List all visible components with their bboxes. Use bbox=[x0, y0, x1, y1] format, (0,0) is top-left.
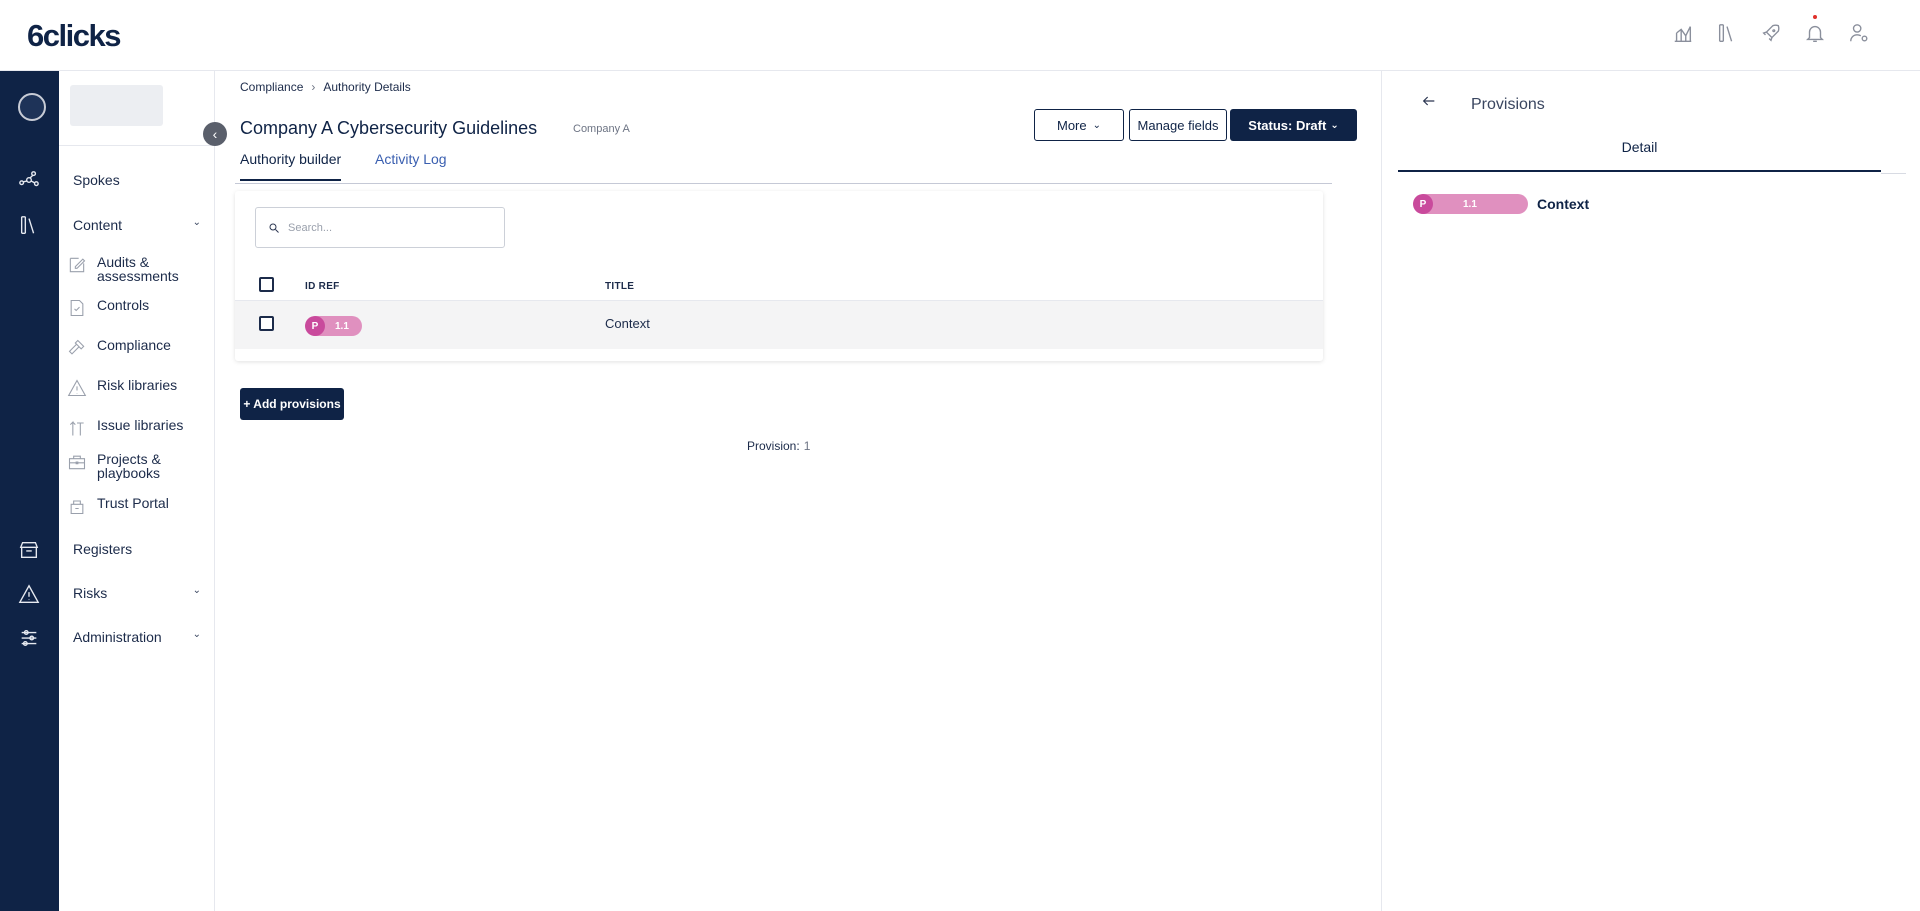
tabs: Authority builder Activity Log bbox=[235, 151, 1332, 184]
divider bbox=[1881, 173, 1906, 174]
nav-item-trust-portal[interactable]: Trust Portal bbox=[67, 496, 187, 516]
page-subtitle: Company A bbox=[573, 123, 630, 135]
back-arrow-icon[interactable] bbox=[1421, 93, 1437, 114]
tab-detail[interactable]: Detail bbox=[1398, 134, 1881, 172]
provision-id-pill: P 1.1 bbox=[1413, 194, 1528, 214]
provision-id: 1.1 bbox=[1463, 198, 1477, 210]
nav-item-label: Trust Portal bbox=[97, 495, 169, 511]
provision-count: Provision: 1 bbox=[747, 439, 810, 453]
main-content: Compliance › Authority Details Company A… bbox=[215, 71, 1381, 911]
nav-item-content[interactable]: Content ⌄ bbox=[73, 217, 201, 233]
row-checkbox[interactable] bbox=[259, 316, 274, 331]
nav-item-label: Administration bbox=[73, 629, 162, 645]
nav-item-registers[interactable]: Registers bbox=[73, 541, 201, 557]
nav-item-label: Risks bbox=[73, 585, 108, 601]
divider bbox=[59, 145, 215, 146]
column-title[interactable]: TITLE bbox=[605, 281, 634, 292]
nav-item-spokes[interactable]: Spokes bbox=[73, 172, 201, 188]
nav-item-controls[interactable]: Controls bbox=[67, 298, 187, 318]
library-icon[interactable] bbox=[17, 213, 41, 237]
collapse-sidebar-button[interactable]: ‹ bbox=[203, 122, 227, 146]
briefcase-icon bbox=[68, 455, 86, 470]
org-logo-placeholder bbox=[70, 85, 163, 126]
nav-item-risk-libraries[interactable]: Risk libraries bbox=[67, 378, 187, 398]
provision-title[interactable]: Context bbox=[605, 316, 650, 331]
nav-item-projects[interactable]: Projects & playbooks bbox=[67, 452, 187, 480]
manage-fields-button[interactable]: Manage fields bbox=[1129, 109, 1227, 141]
nav-item-audits[interactable]: Audits & assessments bbox=[67, 255, 187, 283]
nav-item-label: Issue libraries bbox=[97, 417, 184, 433]
document-check-icon bbox=[70, 299, 84, 317]
gavel-icon bbox=[68, 339, 85, 355]
issue-icon bbox=[69, 420, 84, 436]
search-icon bbox=[269, 223, 279, 233]
provision-id-pill: P 1.1 bbox=[305, 316, 362, 336]
more-button-label: More bbox=[1056, 117, 1087, 133]
column-id-ref[interactable]: ID REF bbox=[305, 281, 340, 292]
table-header: ID REF TITLE bbox=[235, 268, 1323, 301]
provisions-panel: Provisions Detail P 1.1 Context bbox=[1381, 71, 1920, 911]
spokes-icon[interactable] bbox=[17, 168, 41, 192]
avatar[interactable] bbox=[18, 93, 46, 121]
manage-fields-label: Manage fields bbox=[1137, 117, 1219, 133]
risks-icon[interactable] bbox=[17, 582, 41, 606]
provision-count-value: 1 bbox=[803, 439, 811, 453]
nav-item-label: Audits & assessments bbox=[97, 254, 179, 284]
search-box bbox=[255, 207, 505, 248]
nav-item-label: Spokes bbox=[73, 172, 120, 188]
panel-title: Provisions bbox=[1471, 96, 1545, 113]
bell-icon[interactable] bbox=[1804, 15, 1826, 44]
provision-id: 1.1 bbox=[335, 320, 349, 332]
chevron-down-icon: ⌄ bbox=[192, 629, 201, 640]
edit-icon bbox=[69, 257, 86, 273]
chevron-down-icon: ⌄ bbox=[1330, 119, 1339, 131]
nav-item-label: Controls bbox=[97, 297, 150, 313]
chevron-down-icon: ⌄ bbox=[192, 217, 201, 228]
status-button[interactable]: Status: Draft ⌄ bbox=[1230, 109, 1357, 141]
administration-icon[interactable] bbox=[17, 626, 41, 650]
nav-item-label: Registers bbox=[73, 541, 133, 557]
select-all-checkbox[interactable] bbox=[259, 277, 274, 292]
chevron-down-icon: ⌄ bbox=[192, 585, 201, 596]
provision-type-badge: P bbox=[305, 316, 325, 336]
breadcrumb-parent[interactable]: Compliance bbox=[240, 80, 303, 94]
provision-count-label: Provision: bbox=[747, 439, 800, 453]
top-bar: 6clicks bbox=[0, 0, 1920, 71]
provision-title: Context bbox=[1537, 196, 1590, 212]
table-row[interactable]: P 1.1 Context bbox=[235, 301, 1323, 349]
tab-activity-log[interactable]: Activity Log bbox=[375, 151, 447, 179]
provision-type-badge: P bbox=[1413, 194, 1433, 214]
more-button[interactable]: More ⌄ bbox=[1034, 109, 1124, 141]
nav-item-compliance[interactable]: Compliance bbox=[67, 338, 187, 358]
left-rail bbox=[0, 71, 59, 911]
add-provisions-button[interactable]: + Add provisions bbox=[240, 388, 344, 420]
breadcrumb-current: Authority Details bbox=[323, 80, 411, 94]
nav-item-label: Content bbox=[73, 217, 123, 233]
nav-item-label: Projects & playbooks bbox=[97, 451, 161, 481]
nav-item-label: Compliance bbox=[97, 337, 171, 353]
tab-authority-builder[interactable]: Authority builder bbox=[240, 151, 342, 181]
breadcrumb: Compliance › Authority Details bbox=[240, 80, 411, 94]
notification-dot bbox=[1813, 15, 1817, 19]
provisions-table-card: ID REF TITLE P 1.1 Context bbox=[235, 191, 1323, 361]
top-icons bbox=[1672, 15, 1870, 44]
status-label: Status: Draft bbox=[1248, 117, 1327, 133]
nav-item-risks[interactable]: Risks ⌄ bbox=[73, 585, 201, 601]
nav-item-label: Risk libraries bbox=[97, 377, 178, 393]
side-nav: ‹ Spokes Content ⌄ Audits & assessments … bbox=[59, 71, 227, 911]
user-settings-icon[interactable] bbox=[1848, 22, 1870, 44]
trust-portal-icon bbox=[70, 500, 84, 515]
nav-item-issue-libraries[interactable]: Issue libraries bbox=[67, 418, 187, 438]
analytics-icon[interactable] bbox=[1672, 22, 1694, 44]
page-title: Company A Cybersecurity Guidelines bbox=[240, 118, 538, 138]
chevron-down-icon: ⌄ bbox=[1092, 119, 1101, 131]
registers-icon[interactable] bbox=[17, 538, 41, 562]
library-icon[interactable] bbox=[1716, 22, 1738, 44]
app-logo[interactable]: 6clicks bbox=[27, 18, 121, 54]
rocket-icon[interactable] bbox=[1760, 22, 1782, 44]
search-input[interactable] bbox=[288, 221, 488, 234]
nav-item-administration[interactable]: Administration ⌄ bbox=[73, 629, 201, 645]
chevron-right-icon: › bbox=[311, 80, 316, 94]
warning-icon bbox=[67, 379, 87, 397]
